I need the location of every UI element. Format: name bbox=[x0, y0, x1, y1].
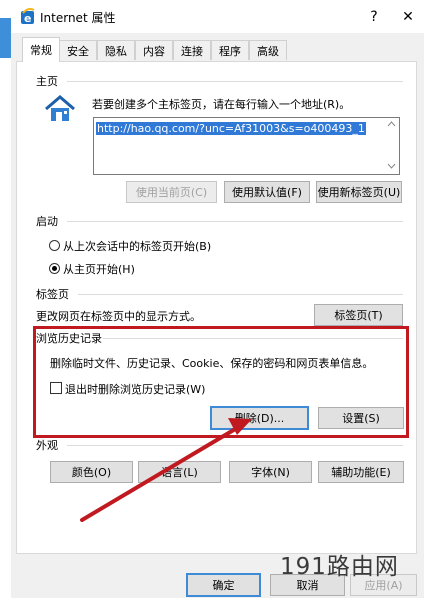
watermark-text: 191路由网 bbox=[280, 554, 399, 580]
tab-general[interactable]: 常规 bbox=[22, 37, 60, 62]
annotation-arrow bbox=[80, 418, 252, 522]
